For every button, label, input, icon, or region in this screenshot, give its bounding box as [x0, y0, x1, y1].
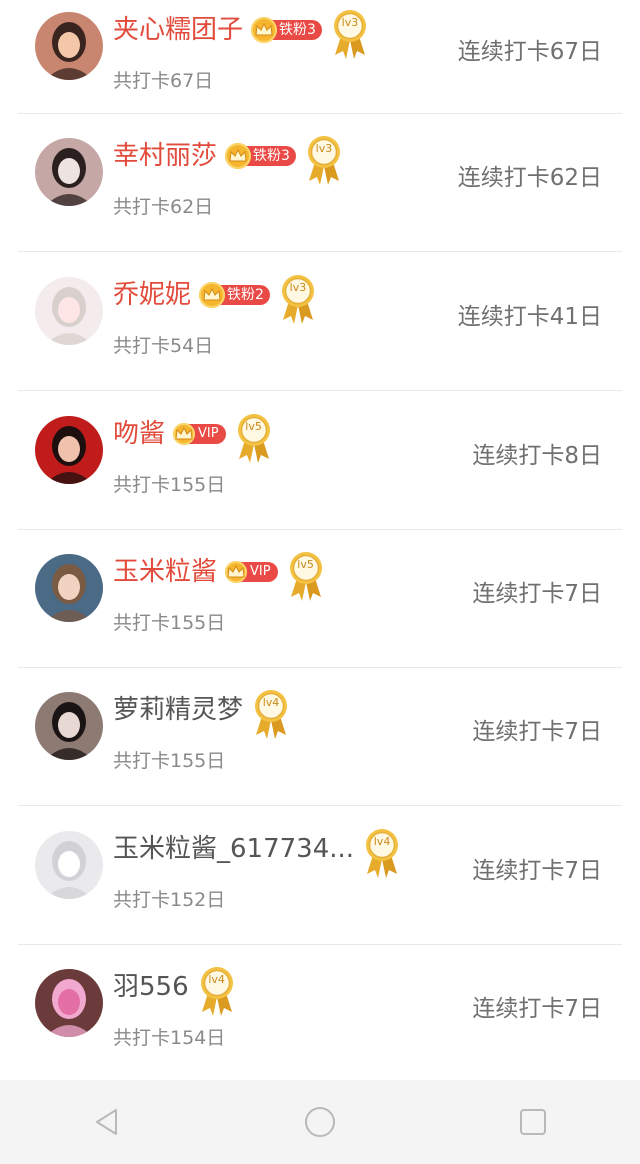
- username[interactable]: 羽556: [113, 972, 189, 1002]
- crown-icon: [225, 143, 252, 169]
- level-label: lv5: [245, 420, 262, 433]
- user-row[interactable]: 乔妮妮 铁粉2 lv3 共打卡54日 连续打卡41日: [18, 253, 622, 391]
- consecutive-checkin-days: 连续打卡8日: [472, 443, 602, 469]
- user-row[interactable]: 幸村丽莎 铁粉3 lv3 共打卡62日 连续打卡62日: [18, 114, 622, 252]
- name-line: 玉米粒酱 VIP lv5: [113, 548, 326, 601]
- name-line: 玉米粒酱_617734... lv4: [113, 825, 402, 878]
- back-button[interactable]: [67, 1105, 147, 1139]
- user-row[interactable]: 夹心糯团子 铁粉3 lv3 共打卡67日 连续打卡67日: [18, 0, 622, 114]
- fan-badge-label: 铁粉3: [271, 20, 322, 40]
- username[interactable]: 乔妮妮: [113, 280, 191, 310]
- name-line: 萝莉精灵梦 lv4: [113, 686, 291, 739]
- avatar[interactable]: [35, 277, 103, 345]
- avatar[interactable]: [35, 969, 103, 1037]
- consecutive-checkin-days: 连续打卡7日: [472, 581, 602, 607]
- fan-badge-label: 铁粉2: [219, 285, 270, 305]
- level-label: lv4: [262, 696, 280, 709]
- consecutive-checkin-days: 连续打卡7日: [472, 996, 602, 1022]
- level-label: lv5: [297, 558, 314, 571]
- avatar[interactable]: [35, 692, 103, 760]
- system-nav-bar: [0, 1080, 640, 1164]
- name-line: 羽556 lv4: [113, 963, 237, 1016]
- total-checkin-days: 共打卡62日: [113, 196, 214, 218]
- user-row[interactable]: 萝莉精灵梦 lv4 共打卡155日 连续打卡7日: [18, 668, 622, 806]
- level-medal-icon: lv3: [278, 273, 318, 325]
- user-row[interactable]: 羽556 lv4 共打卡154日 连续打卡7日: [18, 945, 622, 1083]
- level-label: lv3: [289, 281, 307, 294]
- username[interactable]: 幸村丽莎: [113, 141, 217, 171]
- vip-badge: VIP: [225, 560, 278, 584]
- user-row[interactable]: 吻酱 VIP lv5 共打卡155日 连续打卡8日: [18, 392, 622, 530]
- user-row[interactable]: 玉米粒酱_617734... lv4 共打卡152日 连续打卡7日: [18, 807, 622, 945]
- level-label: lv3: [341, 16, 359, 29]
- total-checkin-days: 共打卡67日: [113, 70, 214, 92]
- crown-icon: [199, 282, 226, 308]
- consecutive-checkin-days: 连续打卡41日: [457, 304, 602, 330]
- home-button[interactable]: [280, 1105, 360, 1139]
- total-checkin-days: 共打卡54日: [113, 335, 214, 357]
- level-medal-icon: lv4: [362, 827, 402, 879]
- back-icon: [95, 1109, 117, 1135]
- total-checkin-days: 共打卡155日: [113, 750, 226, 772]
- level-label: lv3: [315, 142, 333, 155]
- level-medal-icon: lv3: [304, 134, 344, 186]
- fan-badge-label: 铁粉3: [245, 146, 296, 166]
- avatar[interactable]: [35, 554, 103, 622]
- recent-apps-button[interactable]: [493, 1105, 573, 1139]
- fan-level-badge: 铁粉2: [199, 282, 270, 308]
- user-row[interactable]: 玉米粒酱 VIP lv5 共打卡155日 连续打卡7日: [18, 530, 622, 668]
- consecutive-checkin-days: 连续打卡7日: [472, 719, 602, 745]
- avatar[interactable]: [35, 138, 103, 206]
- name-line: 乔妮妮 铁粉2 lv3: [113, 271, 318, 324]
- fan-level-badge: 铁粉3: [251, 17, 322, 43]
- fan-level-badge: 铁粉3: [225, 143, 296, 169]
- consecutive-checkin-days: 连续打卡62日: [457, 165, 602, 191]
- avatar[interactable]: [35, 416, 103, 484]
- level-medal-icon: lv3: [330, 8, 370, 60]
- name-line: 吻酱 VIP lv5: [113, 410, 274, 463]
- username[interactable]: 萝莉精灵梦: [113, 695, 243, 725]
- username[interactable]: 夹心糯团子: [113, 15, 243, 45]
- username[interactable]: 吻酱: [113, 419, 165, 449]
- name-line: 夹心糯团子 铁粉3 lv3: [113, 6, 370, 59]
- level-label: lv4: [208, 973, 225, 986]
- crown-icon: [225, 561, 248, 583]
- level-label: lv4: [373, 835, 391, 848]
- consecutive-checkin-days: 连续打卡67日: [457, 39, 602, 65]
- crown-icon: [251, 17, 278, 43]
- home-icon: [304, 1107, 335, 1137]
- name-line: 幸村丽莎 铁粉3 lv3: [113, 132, 344, 185]
- recent-apps-icon: [520, 1109, 547, 1135]
- total-checkin-days: 共打卡154日: [113, 1027, 226, 1049]
- consecutive-checkin-days: 连续打卡7日: [472, 858, 602, 884]
- total-checkin-days: 共打卡152日: [113, 889, 226, 911]
- avatar[interactable]: [35, 831, 103, 899]
- total-checkin-days: 共打卡155日: [113, 474, 226, 496]
- level-medal-icon: lv5: [286, 550, 326, 602]
- level-medal-icon: lv5: [234, 412, 274, 464]
- total-checkin-days: 共打卡155日: [113, 612, 226, 634]
- level-medal-icon: lv4: [251, 688, 291, 740]
- avatar[interactable]: [35, 12, 103, 80]
- username[interactable]: 玉米粒酱: [113, 557, 217, 587]
- crown-icon: [173, 423, 196, 445]
- username[interactable]: 玉米粒酱_617734...: [113, 834, 354, 864]
- vip-badge: VIP: [173, 422, 226, 446]
- level-medal-icon: lv4: [197, 965, 237, 1017]
